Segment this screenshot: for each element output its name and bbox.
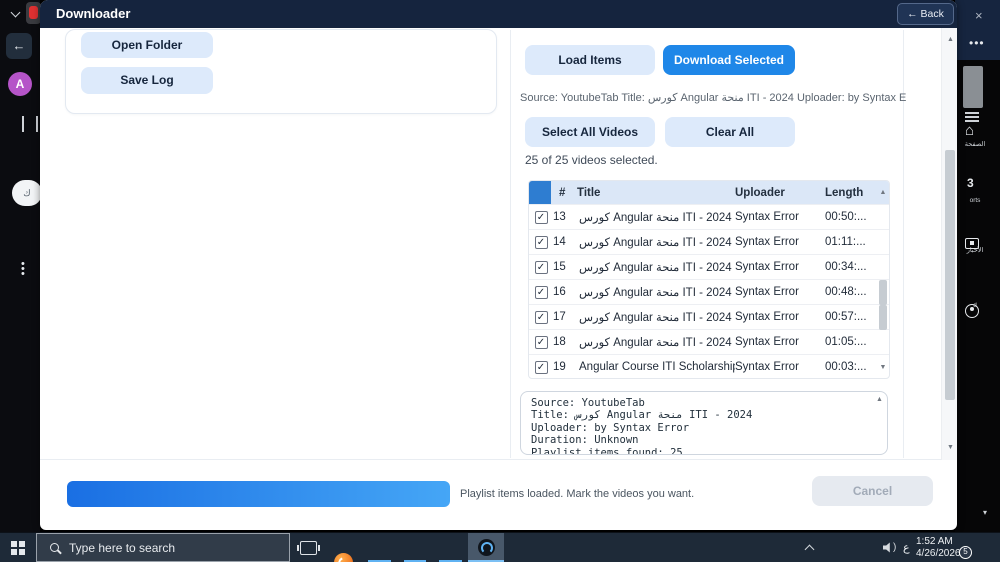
select-all-button[interactable]: Select All Videos [525,117,655,147]
home-icon[interactable]: ⌂ [965,122,974,139]
actions-card: Open Folder Save Log [65,29,497,114]
progress-bar [67,481,450,507]
search-placeholder: Type here to search [69,540,176,555]
table-scroll-up[interactable]: ▲ [877,189,889,196]
ellipsis-icon[interactable]: ••• [969,36,985,50]
nav-label: orts [969,197,981,204]
open-folder-button[interactable]: Open Folder [81,32,213,58]
col-length: Length [825,186,864,199]
scroll-down-arrow[interactable]: ▼ [947,444,954,451]
source-summary: Source: YoutubeTab Title: كورس Angular م… [520,92,906,104]
nav-label: الصفحة [964,141,986,148]
load-items-button[interactable]: Load Items [525,45,655,75]
checkbox-checked-icon[interactable] [534,360,548,374]
col-title: Title [577,186,601,199]
scroll-up-arrow[interactable]: ▲ [947,36,954,43]
status-text: Playlist items loaded. Mark the videos y… [460,488,695,500]
panel-divider [510,30,511,458]
background-app-left: ← A ك • • • [0,0,42,532]
tray-expand-icon[interactable] [804,544,815,555]
footer-divider [40,459,941,460]
back-button[interactable]: ← Back [897,3,954,25]
clear-all-button[interactable]: Clear All [665,117,795,147]
main-scrollbar-thumb[interactable] [945,150,955,400]
pill-button[interactable]: ك [12,180,42,206]
avatar[interactable]: A [8,72,32,96]
tray-date: 4/26/2026 [916,548,961,559]
chevron-down-icon[interactable] [10,7,21,18]
scrollbar-thumb[interactable] [963,66,983,108]
table-row[interactable]: 15 كورس Angular منحة ITI - 2024 - #15 Sy… [529,254,889,279]
checkbox-checked-icon[interactable] [534,210,548,224]
titlebar: Downloader ← Back [40,0,957,28]
checkbox-checked-icon[interactable] [534,335,548,349]
table-row[interactable]: 14 كورس Angular منحة ITI - 2024 - #14 Sy… [529,229,889,254]
table-row[interactable]: 13 كورس Angular منحة ITI - 2024 - #13 Sy… [529,204,889,229]
taskbar: Type here to search ) ع 1:52 AM 4/26/202… [0,532,1000,562]
table-row[interactable]: 16 كورس Angular منحة ITI - 2024 - #16 Sy… [529,279,889,305]
download-selected-button[interactable]: Download Selected [663,45,795,75]
table-scrollbar-thumb[interactable] [879,304,887,330]
save-log-button[interactable]: Save Log [81,67,213,94]
recorder-app-icon[interactable] [26,2,41,24]
chevron-down-icon[interactable]: ▾ [983,508,987,517]
checkbox-checked-icon[interactable] [534,235,548,249]
sports-icon[interactable]: 3 [967,176,974,190]
volume-icon[interactable]: ) [883,542,896,553]
menu-icon[interactable] [965,112,979,122]
table-row[interactable]: 17 كورس Angular منحة ITI - 2024 - #17 Sy… [529,304,889,330]
tray-time: 1:52 AM [916,536,953,547]
clock[interactable]: 1:52 AM 4/26/2026 [916,536,961,560]
downloader-window: Downloader ← Back Open Folder Save Log L… [40,0,957,530]
col-uploader: Uploader [735,186,785,199]
background-app-right: × ••• ⌂ الصفحة 3 orts الأخبار d ▾ [955,0,1000,532]
checkbox-checked-icon[interactable] [534,260,548,274]
notification-badge: 5 [959,546,972,559]
start-button[interactable] [11,541,25,555]
task-view-button[interactable] [297,541,320,555]
log-output[interactable]: Source: YoutubeTab Title: كورس Angular م… [520,391,888,455]
back-arrow-icon[interactable]: ← [6,33,32,59]
col-num: # [559,186,566,199]
table-row[interactable]: 19 Angular Course ITI Scholarship - 2...… [529,354,889,378]
close-icon[interactable]: × [975,8,983,23]
nav-label: الأخبار [966,247,984,254]
cancel-button[interactable]: Cancel [812,476,933,506]
language-indicator[interactable]: ع [903,541,910,554]
select-column-header[interactable] [529,181,551,204]
browser-icon[interactable] [334,553,353,562]
downloader-app-icon [477,539,495,556]
table-scrollbar-thumb[interactable] [879,279,887,305]
table-row[interactable]: 18 كورس Angular منحة ITI - 2024 - #18 Sy… [529,329,889,354]
nav-label: d [973,302,977,309]
downloader-app-tile[interactable] [468,533,504,562]
checkbox-checked-icon[interactable] [534,310,548,324]
search-icon [50,543,59,552]
main-scrollbar[interactable]: ▲ ▼ [941,28,957,460]
video-table: # Title Uploader Length ▲ 13 كورس Angula… [528,180,890,379]
table-scroll-down[interactable]: ▼ [877,364,889,371]
log-scroll-up[interactable]: ▲ [876,396,883,403]
table-header: # Title Uploader Length ▲ [529,181,889,204]
search-input[interactable]: Type here to search [36,533,290,562]
more-vertical-icon[interactable]: • • • [21,259,25,280]
selection-status: 25 of 25 videos selected. [525,153,658,167]
window-title: Downloader [56,6,131,21]
sliders-icon[interactable] [22,116,38,132]
checkbox-checked-icon[interactable] [534,285,548,299]
